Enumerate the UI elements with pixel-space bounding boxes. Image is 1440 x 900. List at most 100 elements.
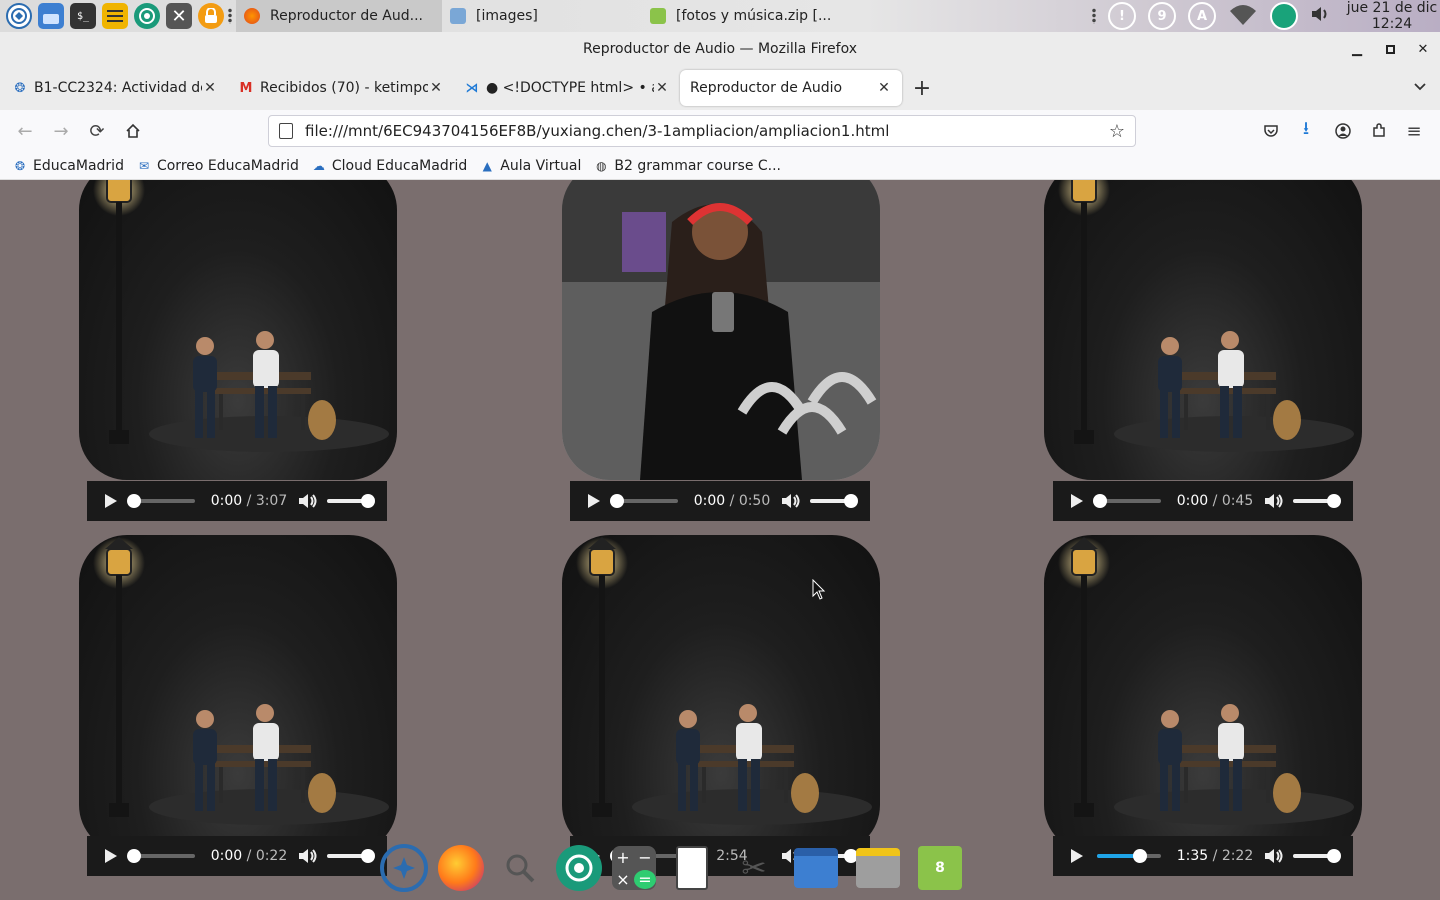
show-desktop-icon[interactable] xyxy=(38,3,64,29)
seek-knob[interactable] xyxy=(1133,849,1147,863)
seek-slider[interactable] xyxy=(1097,849,1161,863)
bookmark-label: EducaMadrid xyxy=(33,157,124,174)
volume-slider[interactable] xyxy=(1293,849,1341,863)
taskbar-item-archive[interactable]: [fotos y música.zip [... xyxy=(642,0,862,32)
downloads-icon[interactable]: ⭳ xyxy=(1290,115,1322,147)
seek-slider[interactable] xyxy=(127,849,195,863)
notification-badge[interactable]: 9 xyxy=(1148,2,1176,30)
time-separator: / xyxy=(1208,493,1222,509)
bookmark-educamadrid[interactable]: ❂ EducaMadrid xyxy=(12,158,124,174)
menu-icon[interactable]: ≡ xyxy=(1398,115,1430,147)
taskbar-item-firefox[interactable]: Reproductor de Aud... xyxy=(236,0,442,32)
camera-shutter-icon[interactable] xyxy=(556,845,602,891)
archive-icon[interactable]: 8 xyxy=(914,842,966,894)
document-icon[interactable] xyxy=(666,842,718,894)
system-tray: ! 9 A jue 21 de dic 12:24 xyxy=(1092,0,1440,32)
volume-slider[interactable] xyxy=(327,494,375,508)
extensions-icon[interactable] xyxy=(1363,115,1395,147)
terminal-icon[interactable]: $_ xyxy=(70,3,96,29)
seek-slider[interactable] xyxy=(1093,494,1161,508)
bookmark-label: Cloud EducaMadrid xyxy=(331,157,468,174)
bookmark-correo[interactable]: ✉ Correo EducaMadrid xyxy=(136,158,299,174)
tab-gmail[interactable]: M Recibidos (70) - ketimpor ✕ xyxy=(228,70,454,106)
notes-icon[interactable] xyxy=(102,3,128,29)
home-icon[interactable] xyxy=(117,115,149,147)
bookmark-aula-virtual[interactable]: ▲ Aula Virtual xyxy=(479,158,582,174)
volume-icon[interactable] xyxy=(1263,847,1285,865)
reload-icon[interactable]: ⟳ xyxy=(81,115,113,147)
play-icon[interactable] xyxy=(1071,494,1083,508)
seek-knob[interactable] xyxy=(127,849,141,863)
firefox-icon[interactable] xyxy=(438,845,484,891)
search-icon[interactable] xyxy=(494,842,546,894)
seek-slider[interactable] xyxy=(610,494,678,508)
play-icon[interactable] xyxy=(105,849,117,863)
play-icon[interactable] xyxy=(1071,849,1083,863)
volume-icon[interactable] xyxy=(297,492,319,510)
calculator-icon[interactable]: + − × = xyxy=(612,846,656,890)
volume-knob[interactable] xyxy=(844,494,858,508)
close-icon[interactable]: ✕ xyxy=(202,80,218,96)
pocket-icon[interactable] xyxy=(1255,115,1287,147)
clock[interactable]: jue 21 de dic 12:24 xyxy=(1344,0,1440,32)
close-window-icon[interactable]: ✕ xyxy=(1414,40,1432,58)
taskbar-item-images[interactable]: [images] xyxy=(442,0,642,32)
seek-knob[interactable] xyxy=(610,494,624,508)
volume-knob[interactable] xyxy=(1327,494,1341,508)
minimize-icon[interactable]: ▁ xyxy=(1348,40,1366,58)
update-icon[interactable]: ! xyxy=(1108,2,1136,30)
camera-shutter-icon[interactable] xyxy=(134,3,160,29)
maximize-icon[interactable] xyxy=(1381,40,1399,58)
back-icon[interactable]: ← xyxy=(9,115,41,147)
scissors-icon[interactable]: ✂ xyxy=(728,842,780,894)
volume-icon[interactable] xyxy=(297,847,319,865)
close-icon[interactable]: ✕ xyxy=(428,80,444,96)
volume-knob[interactable] xyxy=(1327,849,1341,863)
tab-reproductor[interactable]: Reproductor de Audio ✕ xyxy=(680,70,902,106)
x-tool-icon[interactable]: ✕ xyxy=(166,3,192,29)
list-all-tabs-icon[interactable] xyxy=(1412,78,1428,98)
audio-player[interactable]: 0:00 / 0:45 xyxy=(1053,481,1353,521)
close-icon[interactable]: ✕ xyxy=(654,80,670,96)
volume-icon[interactable] xyxy=(1310,5,1330,27)
audio-player[interactable]: 0:00 / 0:22 xyxy=(87,836,387,876)
volume-icon[interactable] xyxy=(1263,492,1285,510)
window-icon[interactable] xyxy=(790,842,842,894)
seek-knob[interactable] xyxy=(1093,494,1107,508)
volume-icon[interactable] xyxy=(780,492,802,510)
new-tab-button[interactable]: + xyxy=(902,70,942,106)
url-bar[interactable]: file:///mnt/6EC943704156EF8B/yuxiang.che… xyxy=(268,115,1136,147)
volume-slider[interactable] xyxy=(1293,494,1341,508)
vpn-shield-icon[interactable] xyxy=(1270,2,1298,30)
page-content: 0:00 / 3:07 0:00 / 0:50 0:00 / 0:45 0:00 / … xyxy=(0,180,1440,900)
forward-icon[interactable]: → xyxy=(45,115,77,147)
close-icon[interactable]: ✕ xyxy=(876,80,892,96)
account-icon[interactable]: A xyxy=(1188,2,1216,30)
seek-slider[interactable] xyxy=(127,494,195,508)
play-icon[interactable] xyxy=(588,494,600,508)
seek-knob[interactable] xyxy=(127,494,141,508)
cover-image xyxy=(1044,180,1362,480)
audio-player[interactable]: 0:00 / 3:07 xyxy=(87,481,387,521)
audio-player[interactable]: 1:35 / 2:22 xyxy=(1053,836,1353,876)
account-icon[interactable] xyxy=(1327,115,1359,147)
volume-slider[interactable] xyxy=(327,849,375,863)
lock-icon[interactable] xyxy=(198,3,224,29)
audio-card xyxy=(562,535,880,853)
app-launcher-icon[interactable] xyxy=(380,844,428,892)
files-icon[interactable] xyxy=(852,842,904,894)
vscode-icon: ⋊ xyxy=(465,80,479,96)
bookmark-b2-grammar[interactable]: ◍ B2 grammar course C... xyxy=(593,158,781,174)
tab-educamadrid[interactable]: ❂ B1-CC2324: Actividad de ✕ xyxy=(2,70,228,106)
current-time: 0:00 xyxy=(1176,493,1209,509)
bookmark-star-icon[interactable]: ☆ xyxy=(1109,121,1125,142)
play-icon[interactable] xyxy=(105,494,117,508)
wifi-icon[interactable] xyxy=(1228,3,1258,29)
volume-slider[interactable] xyxy=(810,494,858,508)
tab-vscode[interactable]: ⋊ ● <!DOCTYPE html> • an ✕ xyxy=(454,70,680,106)
app-menu-icon[interactable] xyxy=(6,3,32,29)
volume-knob[interactable] xyxy=(361,494,375,508)
bookmark-cloud[interactable]: ☁ Cloud EducaMadrid xyxy=(311,158,467,174)
audio-player[interactable]: 0:00 / 0:50 xyxy=(570,481,870,521)
volume-knob[interactable] xyxy=(361,849,375,863)
